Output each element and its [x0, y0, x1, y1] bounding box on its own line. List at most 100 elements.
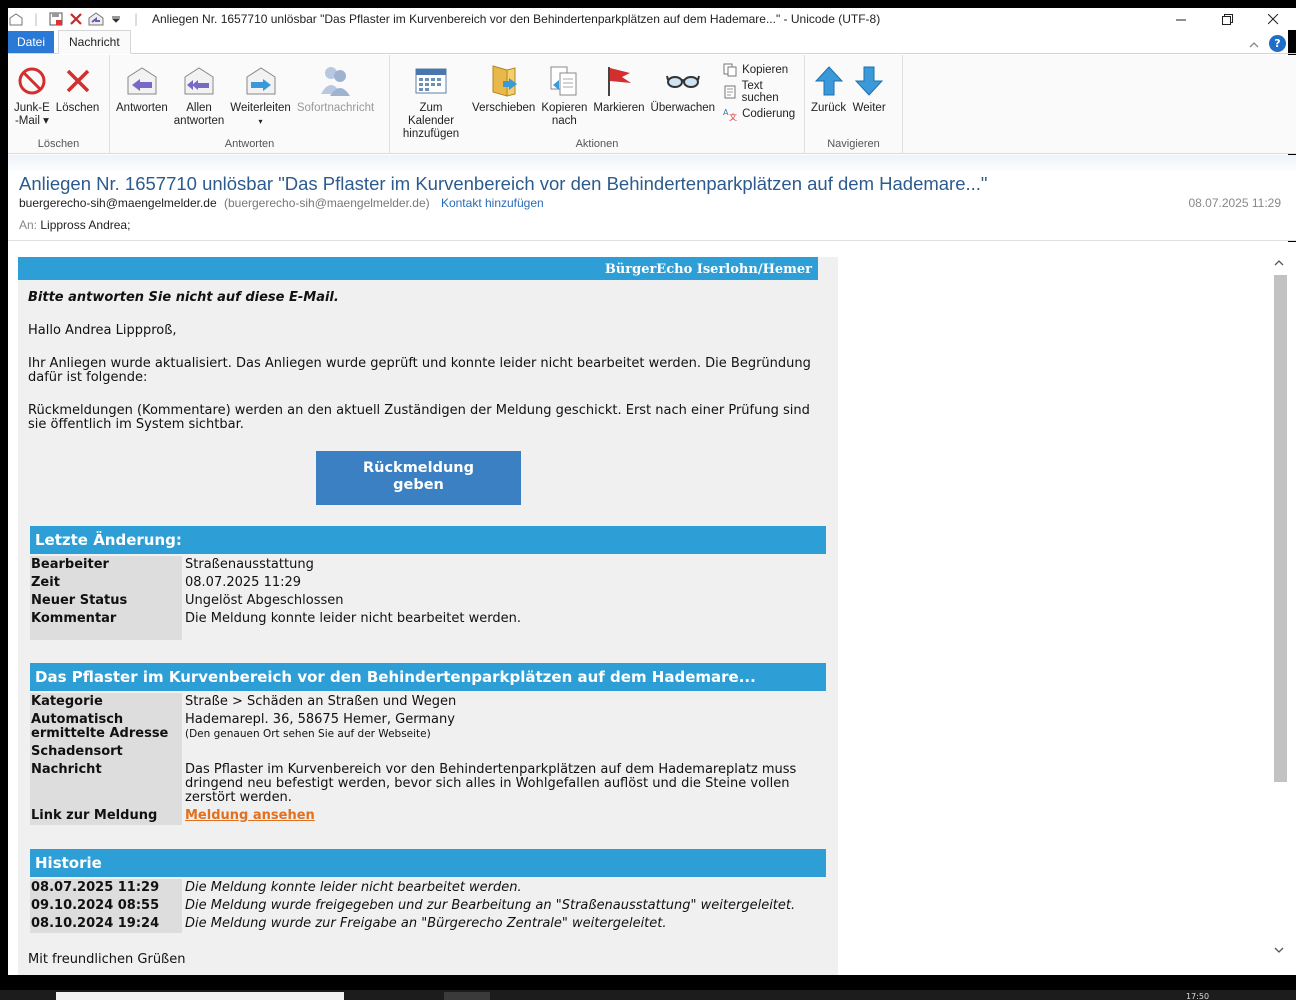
save-icon[interactable] — [48, 11, 64, 27]
instant-message-label: Sofortnachricht — [296, 102, 375, 114]
window-controls — [1158, 8, 1296, 30]
sender-name[interactable]: buergerecho-sih@maengelmelder.de — [19, 196, 217, 210]
row-key: Kategorie — [30, 693, 182, 711]
restore-button[interactable] — [1204, 8, 1250, 30]
calendar-label-1: Zum Kalender — [407, 102, 455, 127]
address-note: (Den genauen Ort sehen Sie auf der Webse… — [185, 728, 431, 740]
table-row: Link zur Meldung Meldung ansehen — [30, 807, 826, 825]
ribbon-group-delete: Junk-E -Mail ▾ Löschen Löschen — [8, 55, 110, 154]
row-key: Neuer Status — [30, 592, 182, 610]
greeting: Hallo Andrea Lippproß, — [28, 323, 177, 338]
move-label: Verschieben — [472, 102, 536, 114]
group-label-delete: Löschen — [37, 138, 80, 150]
watch-label: Überwachen — [650, 102, 716, 114]
arrow-down-icon — [852, 61, 886, 101]
view-report-link[interactable]: Meldung ansehen — [185, 808, 315, 823]
ribbon-tabs: Datei Nachricht ? — [8, 30, 1296, 54]
row-value: Die Meldung konnte leider nicht bearbeit… — [185, 611, 521, 626]
section-report: Das Pflaster im Kurvenbereich vor den Be… — [30, 663, 826, 691]
copy-label: Kopieren — [742, 64, 789, 76]
add-contact-link[interactable]: Kontakt hinzufügen — [441, 196, 544, 210]
ribbon-group-actions: Zum Kalender hinzufügen Verschieben Kopi… — [390, 55, 805, 154]
row-value: Hademarepl. 36, 58675 Hemer, Germany (De… — [182, 711, 826, 743]
history-date: 08.07.2025 11:29 — [30, 879, 182, 897]
scroll-up-icon[interactable] — [1270, 254, 1287, 271]
ribbon-group-respond: Antworten Allen antworten Weiterleiten ▾ — [110, 55, 390, 154]
ribbon: Junk-E -Mail ▾ Löschen Löschen Antworten — [8, 55, 1296, 154]
customize-dropdown-icon[interactable] — [108, 11, 124, 27]
group-label-respond: Antworten — [224, 138, 275, 150]
feedback-button[interactable]: Rückmeldung geben — [316, 451, 521, 505]
paragraph-update: Ihr Anliegen wurde aktualisiert. Das Anl… — [28, 356, 811, 385]
row-key: Nachricht — [30, 761, 182, 807]
reply-all-label-2: antworten — [173, 115, 225, 127]
window-title: Anliegen Nr. 1657710 unlösbar "Das Pflas… — [152, 12, 881, 26]
recipient[interactable]: Lippross Andrea; — [40, 218, 130, 232]
delete-x-icon — [61, 61, 95, 101]
table-row: Nachricht Das Pflaster im Kurvenbereich … — [30, 761, 826, 807]
email-content: BürgerEcho Iserlohn/Hemer Bitte antworte… — [18, 257, 838, 975]
find-text-label: Text suchen — [741, 80, 779, 104]
group-label-navigate: Navigieren — [827, 138, 880, 150]
taskbar-app[interactable] — [444, 992, 490, 1000]
app-icon — [8, 11, 24, 27]
history-row: 08.07.2025 11:29 Die Meldung konnte leid… — [30, 879, 826, 897]
encoding-button[interactable]: A文 Codierung — [722, 105, 801, 123]
junk-label-1: Junk-E — [14, 102, 50, 114]
from-line: buergerecho-sih@maengelmelder.de (buerge… — [19, 196, 544, 210]
history-row: 08.10.2024 19:24 Die Meldung wurde zur F… — [30, 915, 826, 933]
table-row: Bearbeiter Straßenausstattung — [30, 556, 826, 574]
flag-icon — [602, 61, 636, 101]
history-text: Die Meldung wurde freigegeben und zur Be… — [185, 898, 796, 913]
history-row: 09.10.2024 08:55 Die Meldung wurde freig… — [30, 897, 826, 915]
table-row: Neuer Status Ungelöst Abgeschlossen — [30, 592, 826, 610]
svg-text:文: 文 — [729, 112, 737, 121]
scroll-down-icon[interactable] — [1270, 942, 1287, 959]
group-label-actions: Aktionen — [575, 138, 619, 150]
collapse-ribbon-icon[interactable] — [1249, 37, 1259, 51]
minimize-button[interactable] — [1158, 8, 1204, 30]
reply-all-label-1: Allen — [186, 102, 212, 114]
table-row: Automatisch ermittelte Adresse Hademarep… — [30, 711, 826, 743]
glasses-icon — [665, 61, 700, 101]
brand-banner: BürgerEcho Iserlohn/Hemer — [18, 257, 818, 280]
message-date: 08.07.2025 11:29 — [1188, 196, 1281, 210]
delete-label: Löschen — [55, 102, 100, 114]
tab-file[interactable]: Datei — [8, 31, 54, 53]
document-search-icon — [722, 84, 737, 100]
row-value: Meldung ansehen — [182, 807, 826, 825]
reply-envelope-icon — [125, 61, 159, 101]
copy-button[interactable]: Kopieren — [722, 61, 801, 79]
row-value — [182, 743, 826, 761]
address-value: Hademarepl. 36, 58675 Hemer, Germany — [185, 712, 455, 727]
forward-envelope-icon — [244, 61, 278, 101]
scrollbar-thumb[interactable] — [1274, 275, 1287, 782]
tab-message[interactable]: Nachricht — [58, 30, 131, 54]
encoding-icon: A文 — [722, 106, 738, 122]
help-icon[interactable]: ? — [1269, 35, 1286, 52]
row-key: Zeit — [30, 574, 182, 592]
row-key: Bearbeiter — [30, 556, 182, 574]
people-icon — [318, 61, 352, 101]
close-button[interactable] — [1250, 8, 1296, 30]
find-text-button[interactable]: Text suchen — [722, 80, 801, 104]
row-key: Schadensort — [30, 743, 182, 761]
junk-icon — [15, 61, 49, 101]
row-value: Straßenausstattung — [185, 557, 314, 572]
flag-label: Markieren — [593, 102, 645, 114]
vertical-scrollbar[interactable] — [1270, 242, 1287, 975]
feedback-button-label-2: geben — [393, 477, 444, 493]
copy-icon — [722, 62, 738, 78]
paragraph-feedback: Rückmeldungen (Kommentare) werden an den… — [28, 403, 810, 432]
separator: | — [133, 12, 139, 26]
delete-icon[interactable] — [68, 11, 84, 27]
reply-icon[interactable] — [88, 11, 104, 27]
next-label: Weiter — [852, 102, 886, 114]
taskbar-search[interactable] — [56, 992, 344, 1000]
closing: Mit freundlichen Grüßen — [28, 952, 186, 967]
calendar-icon — [414, 61, 448, 101]
ribbon-tab-controls: ? — [1249, 35, 1286, 52]
folder-move-icon — [487, 61, 521, 101]
row-key: Automatisch ermittelte Adresse — [30, 711, 182, 743]
message-body: BürgerEcho Iserlohn/Hemer Bitte antworte… — [8, 242, 1296, 975]
